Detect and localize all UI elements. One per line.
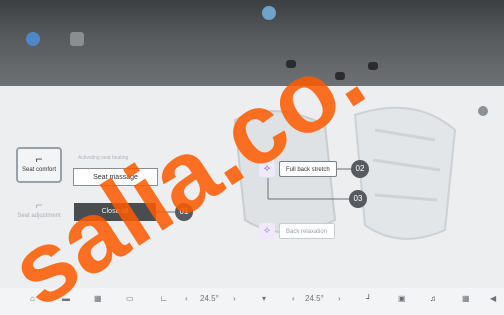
grid-icon[interactable]: ▦ bbox=[462, 294, 470, 303]
full-back-stretch-icon[interactable]: ⟡ bbox=[259, 161, 275, 177]
fan-icon[interactable]: ▾ bbox=[262, 294, 266, 303]
volume-icon[interactable]: ◀ bbox=[490, 294, 496, 303]
temp-left-decrease[interactable]: ‹ bbox=[185, 294, 188, 303]
back-relaxation-icon[interactable]: ⟡ bbox=[259, 223, 275, 239]
bottom-bar: ⌂ ▬ ▦ ▭ ∟ ‹ 24.5° › ▾ ‹ 24.5° › ┘ ▣ ♫ ▦ … bbox=[0, 288, 504, 315]
back-relaxation-chip[interactable]: Back relaxation bbox=[279, 223, 335, 239]
full-back-stretch-chip[interactable]: Full back stretch bbox=[279, 161, 337, 177]
temp-right-value: 24.5° bbox=[305, 294, 324, 303]
temp-right-decrease[interactable]: ‹ bbox=[292, 294, 295, 303]
media-icon[interactable]: ▣ bbox=[398, 294, 406, 303]
car-icon[interactable]: ▬ bbox=[62, 294, 70, 303]
apps-icon[interactable]: ▦ bbox=[94, 294, 102, 303]
passenger-seat-icon[interactable]: ┘ bbox=[366, 294, 372, 303]
callout-lines bbox=[156, 168, 351, 213]
callout-01: 01 bbox=[175, 203, 193, 221]
callout-03: 03 bbox=[349, 190, 367, 208]
callout-02: 02 bbox=[351, 160, 369, 178]
temp-left-increase[interactable]: › bbox=[233, 294, 236, 303]
temp-left-value: 24.5° bbox=[200, 294, 219, 303]
seat-icon[interactable]: ∟ bbox=[160, 294, 168, 303]
home-icon[interactable]: ⌂ bbox=[30, 294, 35, 303]
temp-right-increase[interactable]: › bbox=[338, 294, 341, 303]
window-icon[interactable]: ▭ bbox=[126, 294, 134, 303]
music-icon[interactable]: ♫ bbox=[430, 294, 436, 303]
